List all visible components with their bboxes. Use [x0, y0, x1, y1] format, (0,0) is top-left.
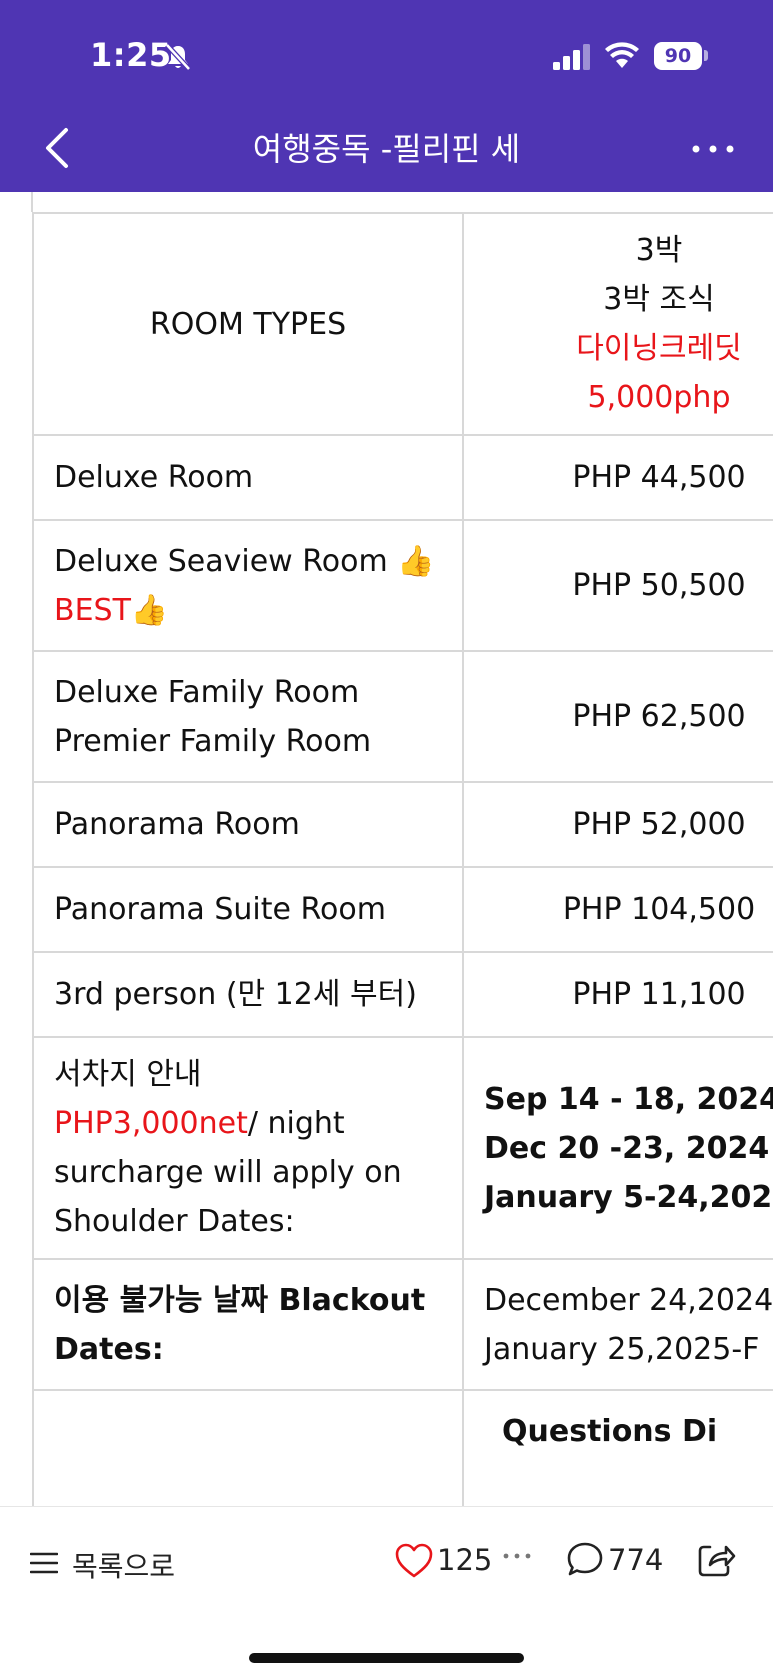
comment-icon: [567, 1542, 603, 1576]
partial-cell: [32, 1389, 464, 1506]
shoulder-date: January 5-24,2025: [484, 1179, 773, 1215]
more-horizontal-icon[interactable]: [502, 1551, 532, 1561]
room-name: Deluxe Family Room: [54, 674, 360, 710]
partial-row-text: Questions Di: [502, 1414, 718, 1449]
room-name: Panorama Suite Room: [32, 866, 464, 953]
heart-icon: [395, 1543, 433, 1578]
blackout-title: 이용 불가능 날짜 Blackout: [54, 1282, 426, 1318]
table-row: Deluxe Room PHP 44,500: [32, 434, 773, 521]
room-name-cell: Deluxe Family Room Premier Family Room: [32, 650, 464, 783]
bell-off-icon: [165, 43, 191, 71]
blackout-date: December 24,2024: [484, 1282, 773, 1318]
thumbs-up-icon: 👍: [130, 592, 169, 628]
dining-credit-amount: 5,000php: [587, 380, 731, 415]
blackout-title: Dates:: [54, 1331, 164, 1367]
table-row: Questions Di: [32, 1389, 773, 1506]
shoulder-date: Dec 20 -23, 2024: [484, 1130, 770, 1166]
shoulder-date: Sep 14 - 18, 2024: [484, 1081, 773, 1117]
nights-label: 3박: [635, 233, 683, 268]
like-count: 125: [437, 1543, 493, 1577]
table-row: Panorama Suite Room PHP 104,500: [32, 866, 773, 953]
room-name: Deluxe Room: [32, 434, 464, 521]
best-badge: BEST: [54, 592, 131, 628]
dining-credit-label: 다이닝크레딧: [576, 331, 742, 366]
status-time: 1:25: [90, 36, 172, 74]
surcharge-row: 서차지 안내 PHP3,000net/ night surcharge will…: [32, 1036, 773, 1260]
table-row: Deluxe Family Room Premier Family Room P…: [32, 650, 773, 783]
breakfast-label: 3박 조식: [603, 282, 715, 317]
blackout-row: 이용 불가능 날짜 Blackout Dates: December 24,20…: [32, 1258, 773, 1391]
top-bar: 1:25 90 여행중독 -필리핀 세: [0, 0, 773, 192]
thumbs-up-icon: 👍: [397, 543, 435, 579]
table-edge: [31, 192, 33, 212]
room-name: Deluxe Seaview Room: [54, 543, 398, 579]
room-types-header: ROOM TYPES: [32, 212, 464, 436]
share-icon[interactable]: [696, 1539, 736, 1579]
blackout-dates: December 24,2024 January 25,2025-F: [462, 1258, 773, 1391]
bottom-bar: 목록으로 125 774: [0, 1506, 773, 1677]
room-name: Panorama Room: [32, 781, 464, 868]
room-price: PHP 62,500: [462, 650, 773, 783]
blackout-label: 이용 불가능 날짜 Blackout Dates:: [32, 1258, 464, 1391]
home-indicator: [249, 1653, 524, 1663]
room-name: Premier Family Room: [54, 723, 372, 759]
rate-plan-header: 3박 3박 조식 다이닝크레딧 5,000php: [462, 212, 773, 436]
room-name: 3rd person (만 12세 부터): [32, 951, 464, 1038]
room-price: PHP 50,500: [462, 519, 773, 652]
table-row: Deluxe Seaview Room 👍 BEST👍 PHP 50,500: [32, 519, 773, 652]
table-row: 3rd person (만 12세 부터) PHP 11,100: [32, 951, 773, 1038]
list-icon: [30, 1552, 58, 1574]
page-title: 여행중독 -필리핀 세: [252, 130, 521, 168]
room-price: PHP 44,500: [462, 434, 773, 521]
list-label: 목록으로: [72, 1550, 176, 1583]
more-options-button[interactable]: [690, 134, 736, 164]
room-price: PHP 104,500: [462, 866, 773, 953]
room-rate-table: ROOM TYPES 3박 3박 조식 다이닝크레딧 5,000php Delu…: [32, 212, 773, 1506]
battery-tip: [704, 50, 708, 61]
partial-cell-text: Questions Di: [462, 1389, 773, 1506]
post-content[interactable]: ROOM TYPES 3박 3박 조식 다이닝크레딧 5,000php Delu…: [0, 192, 773, 1506]
table-row: Panorama Room PHP 52,000: [32, 781, 773, 868]
surcharge-amount: PHP3,000net: [54, 1106, 248, 1141]
blackout-date: January 25,2025-F: [484, 1331, 760, 1367]
wifi-icon: [605, 42, 639, 68]
room-name-cell: Deluxe Seaview Room 👍 BEST👍: [32, 519, 464, 652]
cellular-signal-icon: [553, 44, 590, 70]
back-button[interactable]: [38, 124, 78, 172]
surcharge-per-night: / night: [247, 1106, 345, 1141]
surcharge-info: 서차지 안내 PHP3,000net/ night surcharge will…: [32, 1036, 464, 1260]
shoulder-dates: Sep 14 - 18, 2024 Dec 20 -23, 2024 Janua…: [462, 1036, 773, 1260]
surcharge-text: Shoulder Dates:: [54, 1204, 295, 1239]
comment-count: 774: [608, 1543, 664, 1577]
room-price: PHP 11,100: [462, 951, 773, 1038]
surcharge-text: surcharge will apply on: [54, 1155, 402, 1190]
surcharge-title: 서차지 안내: [54, 1057, 202, 1092]
table-header-row: ROOM TYPES 3박 3박 조식 다이닝크레딧 5,000php: [32, 212, 773, 436]
room-price: PHP 52,000: [462, 781, 773, 868]
battery-icon: 90: [654, 42, 702, 70]
